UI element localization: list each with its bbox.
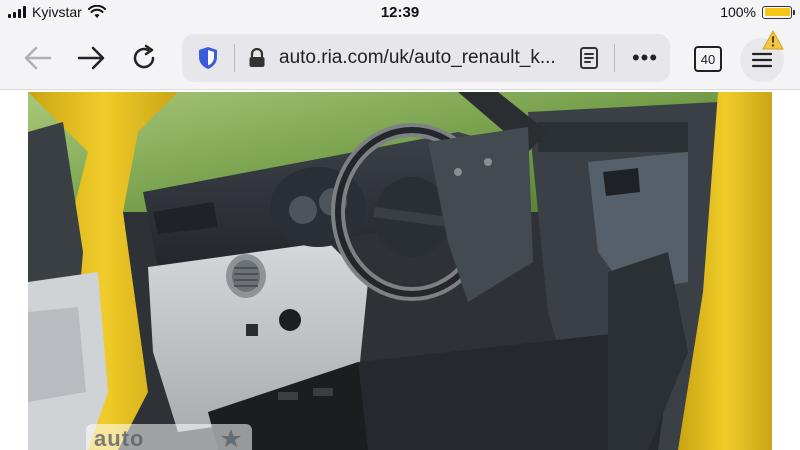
shield-icon[interactable]	[196, 46, 220, 70]
battery-group: 100%	[720, 4, 795, 20]
url-text[interactable]: auto.ria.com/uk/auto_renault_k...	[279, 47, 569, 69]
browser-toolbar: auto.ria.com/uk/auto_renault_k... ••• 40	[0, 26, 800, 90]
back-button[interactable]	[20, 40, 56, 76]
arrow-left-icon	[24, 46, 52, 70]
car-interior-illustration	[28, 92, 772, 450]
battery-percent: 100%	[720, 4, 756, 20]
watermark-text: auto	[94, 426, 145, 450]
forward-button[interactable]	[73, 40, 109, 76]
car-interior-photo[interactable]: auto	[28, 92, 772, 450]
status-bar: Kyivstar 12:39 100%	[0, 0, 800, 26]
tab-count-button[interactable]: 40	[694, 46, 722, 72]
hamburger-menu-icon	[751, 52, 773, 68]
more-button[interactable]: •••	[628, 45, 662, 70]
reader-view-icon[interactable]	[578, 46, 600, 70]
lock-icon	[249, 48, 265, 67]
address-divider	[614, 44, 615, 72]
clock: 12:39	[380, 4, 420, 21]
battery-icon	[762, 5, 795, 19]
address-bar[interactable]: auto.ria.com/uk/auto_renault_k... •••	[182, 34, 670, 82]
site-watermark: auto	[86, 424, 252, 450]
address-divider	[234, 44, 235, 72]
reload-icon	[133, 44, 155, 69]
toolbar-divider	[0, 89, 800, 90]
warning-icon	[762, 30, 784, 50]
reload-button[interactable]	[126, 40, 162, 76]
watermark-star-icon	[221, 429, 241, 447]
arrow-right-icon	[77, 46, 105, 70]
